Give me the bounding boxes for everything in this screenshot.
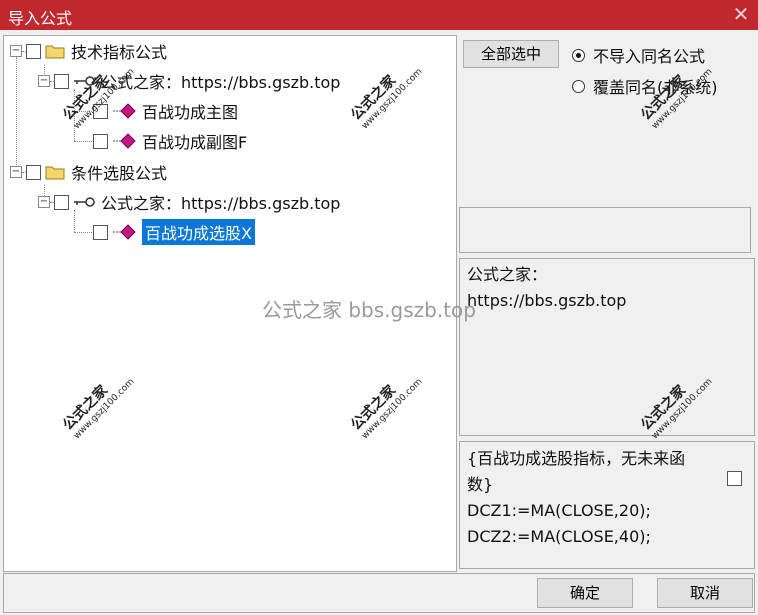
key-icon bbox=[74, 76, 95, 86]
collapse-icon[interactable]: − bbox=[38, 75, 50, 87]
formula-icon bbox=[113, 133, 136, 149]
tree-node-source-1[interactable]: − 公式之家：https://bbs.gszb.top bbox=[38, 69, 340, 93]
tree-node-label: 条件选股公式 bbox=[71, 164, 168, 183]
collapse-icon[interactable]: − bbox=[38, 196, 50, 208]
tree-connector bbox=[74, 232, 92, 233]
checkbox[interactable] bbox=[54, 194, 69, 210]
footer-bar: 确定 取消 bbox=[3, 573, 755, 613]
tree-connector bbox=[74, 89, 75, 141]
key-icon bbox=[74, 197, 95, 207]
checkbox[interactable] bbox=[54, 73, 69, 89]
formula-icon bbox=[113, 224, 136, 240]
formula-icon bbox=[113, 103, 136, 119]
dialog-title: 导入公式 bbox=[8, 9, 73, 28]
select-all-button[interactable]: 全部选中 bbox=[463, 40, 559, 68]
tree-node-label: 公式之家：https://bbs.gszb.top bbox=[101, 73, 341, 92]
tree-node-label: 技术指标公式 bbox=[71, 43, 168, 62]
checkbox[interactable] bbox=[26, 43, 41, 59]
checkbox[interactable] bbox=[93, 103, 108, 119]
tree-node-label: 公式之家：https://bbs.gszb.top bbox=[101, 194, 341, 213]
close-icon[interactable]: ✕ bbox=[728, 0, 754, 30]
radio-button-checked[interactable] bbox=[572, 48, 585, 62]
checkbox[interactable] bbox=[93, 133, 108, 149]
info-panel: 公式之家： https://bbs.gszb.top bbox=[459, 258, 755, 436]
info-line-2: https://bbs.gszb.top bbox=[467, 291, 627, 310]
radio-button[interactable] bbox=[572, 79, 585, 93]
import-formula-dialog: 导入公式 ✕ − 技术指标公式 − 公式之家：https://bbs.gszb.… bbox=[0, 0, 758, 615]
checkbox[interactable] bbox=[93, 224, 108, 240]
tree-connector bbox=[74, 141, 92, 142]
tree-connector bbox=[74, 111, 92, 112]
code-line-3: DCZ1:=MA(CLOSE,20); bbox=[467, 501, 651, 520]
tree-node-label: 百战功成主图 bbox=[142, 103, 239, 122]
tree-node-formula-sub[interactable]: 百战功成副图F bbox=[93, 129, 247, 153]
title-bar: 导入公式 ✕ bbox=[0, 0, 758, 30]
collapse-icon[interactable]: − bbox=[10, 166, 22, 178]
code-line-1: {百战功成选股指标，无未来函 bbox=[467, 449, 686, 468]
folder-icon bbox=[45, 45, 65, 59]
collapse-icon[interactable]: − bbox=[10, 45, 22, 57]
footer-panel bbox=[3, 573, 755, 613]
radio-no-import[interactable]: 不导入同名公式 bbox=[572, 43, 705, 67]
tree-node-formula-screen[interactable]: 百战功成选股X bbox=[93, 219, 255, 245]
radio-label: 覆盖同名(非系统) bbox=[593, 78, 718, 97]
tree-node-formula-main[interactable]: 百战功成主图 bbox=[93, 99, 238, 123]
ok-button[interactable]: 确定 bbox=[537, 578, 633, 608]
checkbox[interactable] bbox=[727, 471, 742, 486]
tree-connector bbox=[16, 57, 17, 175]
tree-node-stock-screening[interactable]: − 条件选股公式 bbox=[10, 160, 167, 184]
code-line-4: DCZ2:=MA(CLOSE,40); bbox=[467, 527, 651, 546]
radio-overwrite[interactable]: 覆盖同名(非系统) bbox=[572, 74, 718, 98]
tree-node-tech-indicators[interactable]: − 技术指标公式 bbox=[10, 39, 167, 63]
checkbox[interactable] bbox=[26, 164, 41, 180]
folder-icon bbox=[45, 166, 65, 180]
tree-node-source-2[interactable]: − 公式之家：https://bbs.gszb.top bbox=[38, 190, 340, 214]
center-watermark: 公式之家 bbs.gszb.top bbox=[262, 298, 476, 322]
code-line-2: 数} bbox=[467, 475, 494, 494]
info-line-1: 公式之家： bbox=[467, 265, 548, 284]
tree-node-label-selected: 百战功成选股X bbox=[142, 219, 255, 245]
empty-panel bbox=[459, 207, 751, 253]
cancel-button[interactable]: 取消 bbox=[657, 578, 753, 608]
tree-node-label: 百战功成副图F bbox=[142, 133, 248, 152]
radio-label: 不导入同名公式 bbox=[593, 47, 706, 66]
code-panel: {百战功成选股指标，无未来函 数} DCZ1:=MA(CLOSE,20); DC… bbox=[459, 441, 755, 569]
